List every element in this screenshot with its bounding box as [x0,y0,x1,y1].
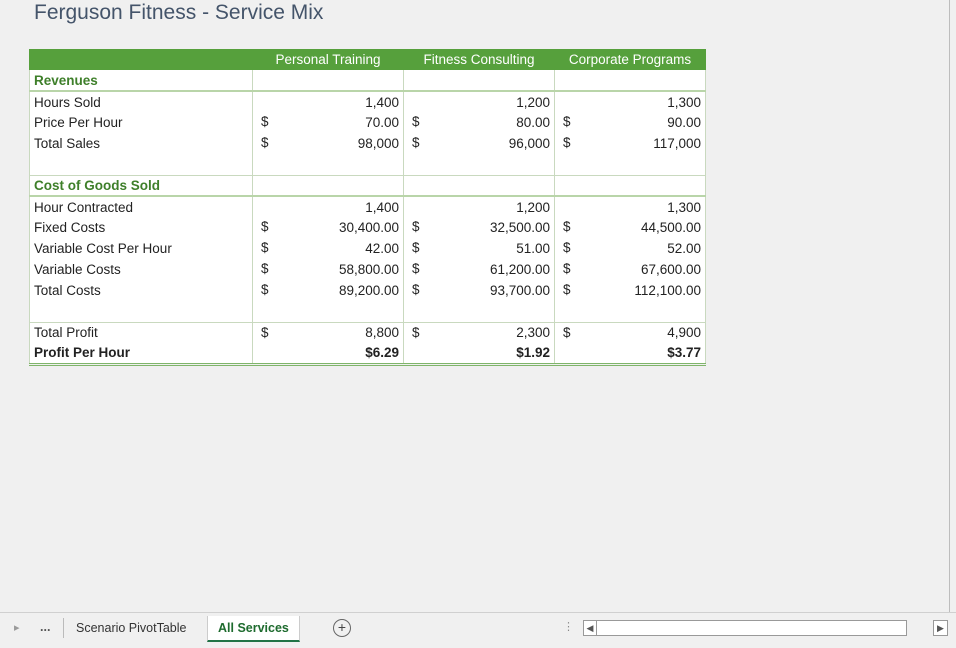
header-corporate-programs[interactable]: Corporate Programs [554,49,706,70]
cell-value[interactable]: $96,000 [403,133,555,154]
tab-scroll-left-icon[interactable]: ▸ [14,621,20,634]
cell-empty[interactable] [252,174,404,197]
table-row: Variable Costs $58,800.00 $61,200.00 $67… [29,259,706,280]
cell-value[interactable]: $93,700.00 [403,280,555,301]
cell-empty[interactable] [403,301,555,322]
cell-value[interactable]: $67,600.00 [554,259,706,280]
cell-empty[interactable] [252,301,404,322]
horizontal-scrollbar[interactable]: ◀ [583,620,907,636]
section-row-revenues: Revenues [29,70,706,92]
cell-empty[interactable] [252,154,404,175]
more-tabs-button[interactable]: ... [40,620,50,634]
table-row: Total Sales $98,000 $96,000 $117,000 [29,133,706,154]
cell-empty[interactable] [554,70,706,92]
cell-value[interactable]: $51.00 [403,238,555,259]
cell-value[interactable]: $58,800.00 [252,259,404,280]
cell-empty[interactable] [554,301,706,322]
row-label[interactable]: Price Per Hour [29,112,253,133]
cell-empty[interactable] [29,301,253,322]
cell-value[interactable]: $80.00 [403,112,555,133]
scroll-left-icon[interactable]: ◀ [584,621,597,635]
blank-row [29,154,706,175]
cell-value[interactable]: 1,300 [554,196,706,217]
cell-value[interactable]: $61,200.00 [403,259,555,280]
table-row-profit-per-hour: Profit Per Hour $6.29 $1.92 $3.77 [29,343,706,366]
tab-all-services[interactable]: All Services [207,616,300,642]
header-fitness-consulting[interactable]: Fitness Consulting [403,49,555,70]
cell-value[interactable]: $8,800 [252,321,404,343]
sheet-title: Ferguson Fitness - Service Mix [34,1,324,24]
cell-empty[interactable] [403,174,555,197]
row-label[interactable]: Hours Sold [29,91,253,112]
cell-empty[interactable] [403,70,555,92]
tab-scenario-pivottable[interactable]: Scenario PivotTable [66,616,196,640]
table-row: Hour Contracted 1,400 1,200 1,300 [29,196,706,217]
cell-empty[interactable] [554,174,706,197]
section-label[interactable]: Cost of Goods Sold [29,174,253,197]
cell-value[interactable]: $4,900 [554,321,706,343]
blank-row [29,301,706,322]
table-row: Total Costs $89,200.00 $93,700.00 $112,1… [29,280,706,301]
section-row-cogs: Cost of Goods Sold [29,174,706,197]
cell-value[interactable]: 1,400 [252,196,404,217]
status-bar [0,642,956,648]
cell-value[interactable]: $44,500.00 [554,217,706,238]
cell-value[interactable]: $42.00 [252,238,404,259]
service-mix-table: Personal Training Fitness Consulting Cor… [29,49,706,366]
scroll-right-icon[interactable]: ▶ [933,620,948,636]
sheet-tab-bar: ▸ ... Scenario PivotTable All Services +… [0,612,956,643]
cell-value[interactable]: $98,000 [252,133,404,154]
cell-value[interactable]: $3.77 [554,343,706,366]
header-row: Personal Training Fitness Consulting Cor… [29,49,706,70]
cell-value[interactable]: $90.00 [554,112,706,133]
section-label[interactable]: Revenues [29,70,253,92]
splitter-icon[interactable]: ⋮ [563,620,574,633]
cell-empty[interactable] [29,154,253,175]
vertical-scrollbar[interactable] [949,0,956,612]
row-label[interactable]: Variable Costs [29,259,253,280]
header-blank[interactable] [29,49,253,70]
cell-value[interactable]: 1,400 [252,91,404,112]
table-row: Variable Cost Per Hour $42.00 $51.00 $52… [29,238,706,259]
cell-value[interactable]: $6.29 [252,343,404,366]
table-row: Hours Sold 1,400 1,200 1,300 [29,91,706,112]
row-label[interactable]: Profit Per Hour [29,343,253,366]
cell-empty[interactable] [252,70,404,92]
row-label[interactable]: Fixed Costs [29,217,253,238]
cell-empty[interactable] [554,154,706,175]
tab-divider [63,618,64,638]
cell-value[interactable]: $32,500.00 [403,217,555,238]
cell-value[interactable]: $30,400.00 [252,217,404,238]
cell-value[interactable]: $2,300 [403,321,555,343]
cell-empty[interactable] [403,154,555,175]
cell-value[interactable]: 1,200 [403,91,555,112]
cell-value[interactable]: $89,200.00 [252,280,404,301]
row-label[interactable]: Total Profit [29,321,253,343]
table-row: Fixed Costs $30,400.00 $32,500.00 $44,50… [29,217,706,238]
cell-value[interactable]: $52.00 [554,238,706,259]
row-label[interactable]: Total Costs [29,280,253,301]
cell-value[interactable]: $1.92 [403,343,555,366]
cell-value[interactable]: $112,100.00 [554,280,706,301]
cell-value[interactable]: $70.00 [252,112,404,133]
row-label[interactable]: Variable Cost Per Hour [29,238,253,259]
add-sheet-icon[interactable]: + [333,619,351,637]
worksheet-area[interactable]: Ferguson Fitness - Service Mix Personal … [0,0,950,612]
row-label[interactable]: Total Sales [29,133,253,154]
table-row: Price Per Hour $70.00 $80.00 $90.00 [29,112,706,133]
row-label[interactable]: Hour Contracted [29,196,253,217]
cell-value[interactable]: 1,300 [554,91,706,112]
table-row-total-profit: Total Profit $8,800 $2,300 $4,900 [29,321,706,343]
cell-value[interactable]: $117,000 [554,133,706,154]
header-personal-training[interactable]: Personal Training [252,49,404,70]
cell-value[interactable]: 1,200 [403,196,555,217]
